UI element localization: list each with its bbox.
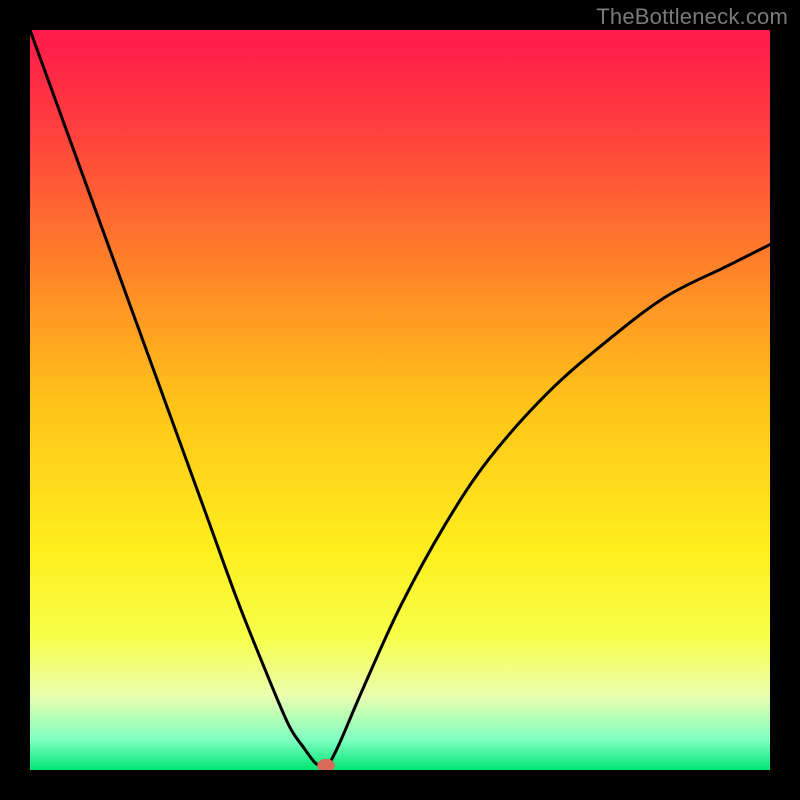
chart-frame: TheBottleneck.com — [0, 0, 800, 800]
chart-svg — [30, 30, 770, 770]
heat-gradient-background — [30, 30, 770, 770]
watermark-text: TheBottleneck.com — [596, 4, 788, 30]
plot-area — [30, 30, 770, 770]
